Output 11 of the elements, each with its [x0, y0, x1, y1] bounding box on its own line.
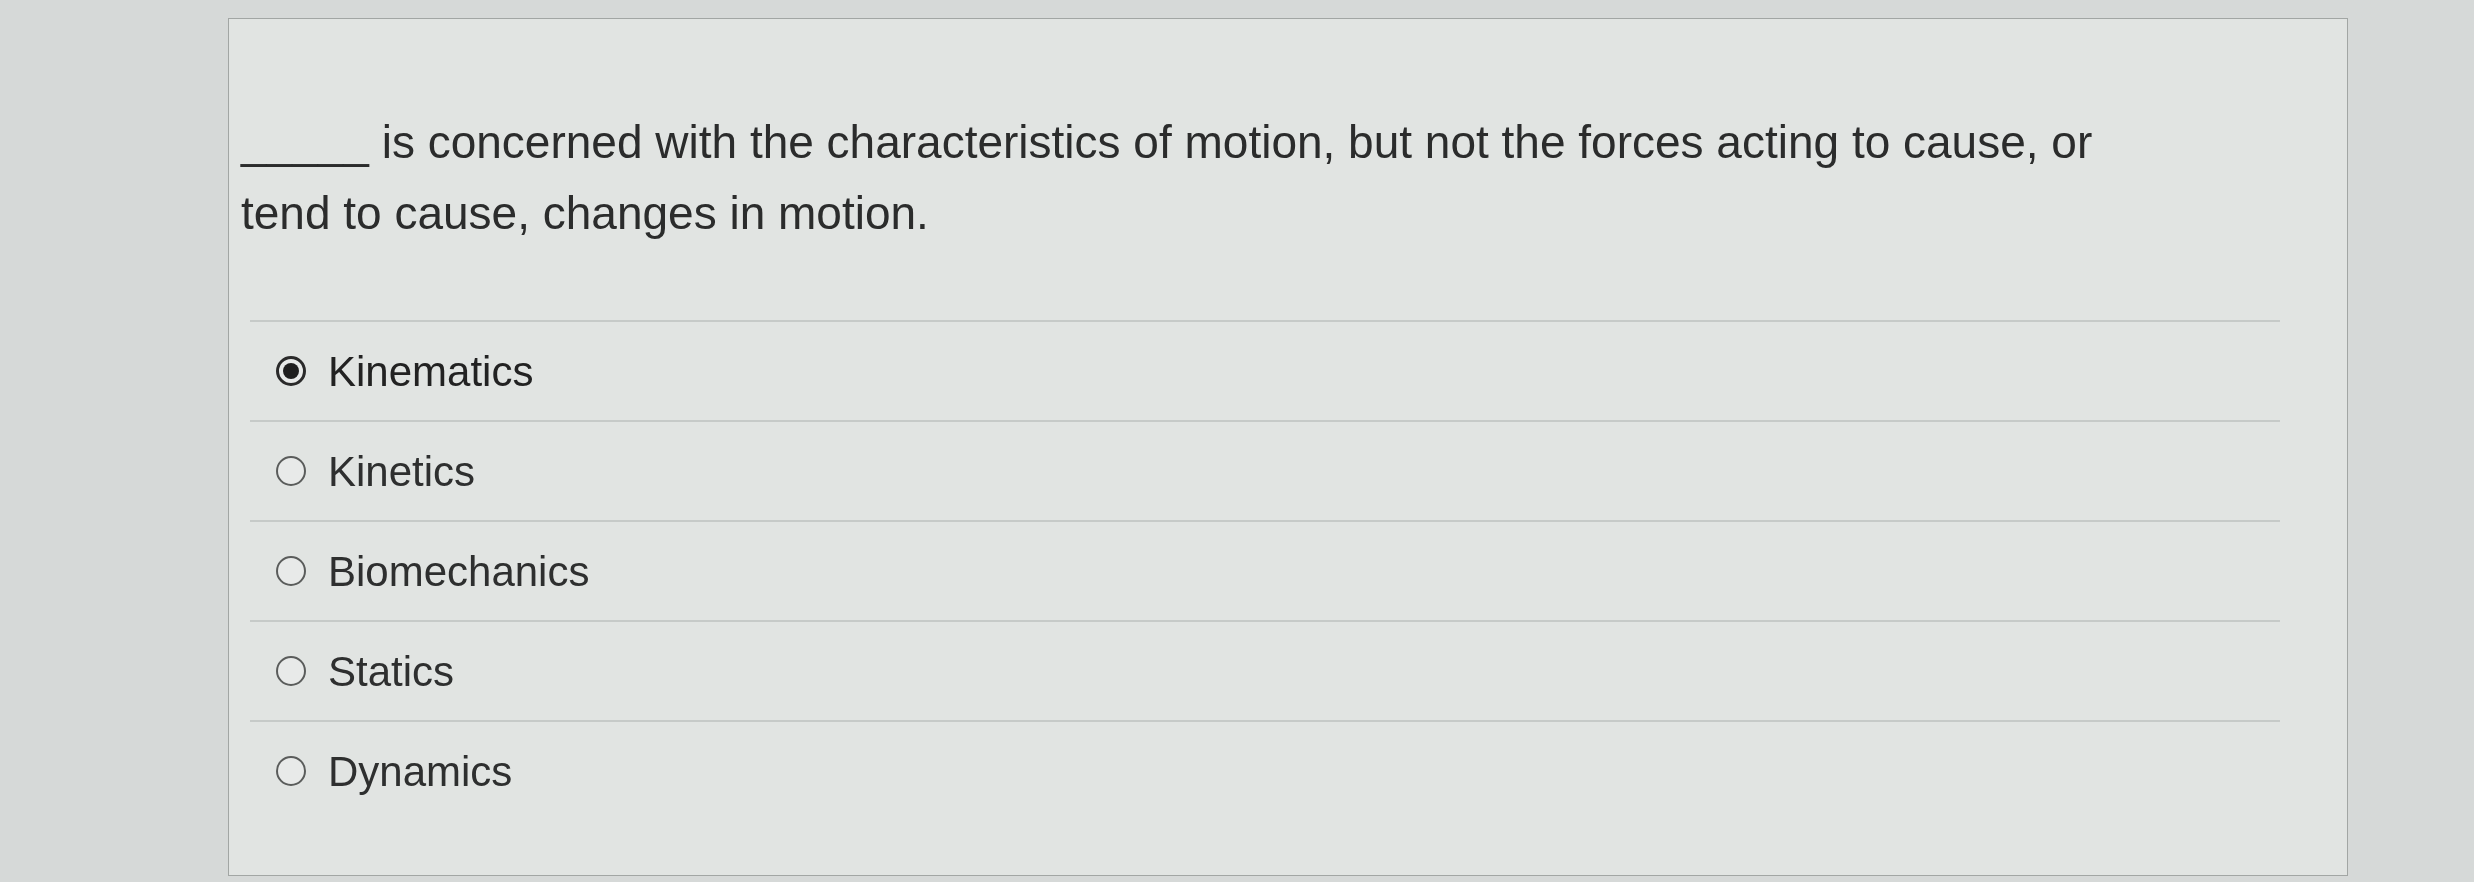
radio-button[interactable] [276, 556, 306, 586]
option-label[interactable]: Kinematics [328, 339, 534, 403]
radio-button[interactable] [276, 456, 306, 486]
option-label[interactable]: Kinetics [328, 439, 476, 503]
option-label[interactable]: Statics [328, 639, 455, 703]
question-text: _____ is concerned with the characteristics of motion, but not the forces acting to cause, or tend to cause, changes in motion. [241, 115, 2094, 241]
radio-button[interactable] [276, 756, 306, 786]
option-label[interactable]: Biomechanics [328, 539, 590, 603]
radio-button[interactable] [276, 356, 306, 386]
option-label[interactable]: Dynamics [328, 739, 513, 803]
radio-button[interactable] [276, 656, 306, 686]
